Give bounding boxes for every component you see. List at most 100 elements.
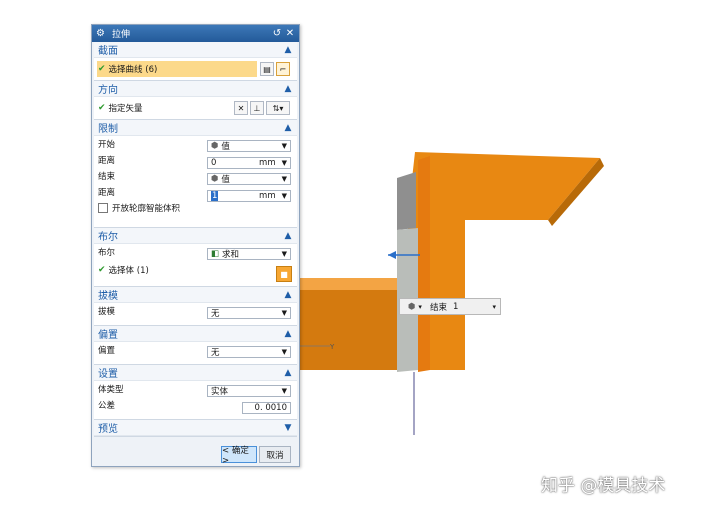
- cube-icon: ⬢: [211, 174, 219, 184]
- chevron-down-icon[interactable]: ▼: [282, 159, 287, 167]
- draft-title: 拔模: [98, 291, 118, 302]
- end-select[interactable]: ⬢ 值 ▼: [207, 173, 291, 185]
- chevron-down-icon[interactable]: ▼: [282, 348, 287, 356]
- extrude-preview: [418, 156, 430, 372]
- direction-title: 方向: [98, 85, 118, 96]
- start-distance-value[interactable]: 0: [211, 158, 216, 168]
- end-unit: mm: [259, 191, 276, 201]
- offset-header[interactable]: 偏置 ▲: [94, 326, 297, 342]
- chevron-down-icon[interactable]: ▼: [282, 175, 287, 183]
- open-profile-checkbox[interactable]: [98, 203, 108, 213]
- reset-icon[interactable]: ↺: [272, 28, 282, 39]
- plate-top-face: [408, 152, 600, 370]
- settings-panel: 设置 ▲ 体类型 实体 ▼ 公差 0. 0010: [94, 365, 297, 420]
- extrude-dialog: ⚙ 拉伸 ↺ ✕ 截面 ▲ ✔ 选择曲线 (6) ▤ ⌐ 方向 ▲ ✔ 指定矢量…: [91, 24, 300, 467]
- solid-body-icon[interactable]: ■: [276, 266, 292, 282]
- end-distance-value[interactable]: 1: [211, 191, 219, 201]
- tolerance-field[interactable]: 0. 0010: [242, 402, 291, 414]
- chevron-up-icon[interactable]: ▲: [283, 329, 293, 339]
- onscreen-end-value[interactable]: 1: [453, 302, 483, 312]
- specify-vector-row[interactable]: ✔ 指定矢量 ✕ ⊥ ⇅▾: [94, 97, 297, 119]
- draft-header[interactable]: 拔模 ▲: [94, 287, 297, 303]
- chevron-up-icon[interactable]: ▲: [283, 84, 293, 94]
- draft-select[interactable]: 无 ▼: [207, 307, 291, 319]
- start-distance-field[interactable]: 0 mm ▼: [207, 157, 291, 169]
- watermark-text: 知乎 @模具技术: [541, 476, 666, 496]
- check-icon: ✔: [98, 265, 106, 275]
- open-profile-label: 开放轮廓智能体积: [112, 204, 181, 214]
- boolean-title: 布尔: [98, 232, 118, 243]
- onscreen-end-label: 结束: [429, 302, 447, 313]
- ok-button[interactable]: < 确定 >: [221, 446, 257, 466]
- tolerance-value[interactable]: 0. 0010: [255, 403, 287, 413]
- check-icon: ✔: [98, 103, 106, 113]
- cube-icon: ⬢: [211, 141, 219, 151]
- offset-panel: 偏置 ▲ 偏置 无 ▼: [94, 326, 297, 365]
- curve-icon[interactable]: ⌐: [276, 62, 290, 76]
- preview-title: 预览: [98, 424, 118, 435]
- chevron-down-icon[interactable]: ▼: [282, 192, 287, 200]
- onscreen-value-dropdown-icon[interactable]: ▾: [492, 303, 496, 311]
- offset-select[interactable]: 无 ▼: [207, 346, 291, 358]
- chevron-down-icon[interactable]: ▼: [282, 250, 287, 258]
- unite-icon: ◧: [211, 249, 220, 259]
- select-body-row[interactable]: ✔ 选择体 (1): [94, 260, 297, 280]
- preview-panel: 预览 ▼: [94, 420, 297, 437]
- settings-title: 设置: [98, 369, 118, 380]
- chevron-up-icon[interactable]: ▲: [283, 368, 293, 378]
- vector-axis-icon[interactable]: ⊥: [250, 101, 264, 115]
- start-select[interactable]: ⬢ 值 ▼: [207, 140, 291, 152]
- sketch-section-icon[interactable]: ▤: [260, 62, 274, 76]
- section-header[interactable]: 截面 ▲: [94, 42, 297, 58]
- chevron-up-icon[interactable]: ▲: [283, 123, 293, 133]
- offset-title: 偏置: [98, 330, 118, 341]
- onscreen-dropdown-icon[interactable]: ▾: [418, 303, 422, 311]
- open-profile-row[interactable]: 开放轮廓智能体积: [94, 200, 297, 216]
- select-body-label: 选择体 (1): [108, 266, 149, 276]
- limits-header[interactable]: 限制 ▲: [94, 120, 297, 136]
- direction-arrowhead-icon[interactable]: [388, 251, 396, 259]
- body-type-select[interactable]: 实体 ▼: [207, 385, 291, 397]
- dialog-titlebar[interactable]: ⚙ 拉伸 ↺ ✕: [92, 25, 299, 42]
- gear-icon[interactable]: ⚙: [96, 28, 106, 39]
- body-type-value: 实体: [211, 387, 229, 397]
- select-curve-row[interactable]: ✔ 选择曲线 (6) ▤ ⌐: [94, 58, 297, 80]
- limits-panel: 限制 ▲ 开始 ⬢ 值 ▼ 距离 0 mm ▼ 结束 ⬢ 值 ▼ 距离 1 mm…: [94, 120, 297, 228]
- start-select-value: 值: [221, 142, 230, 152]
- chevron-up-icon[interactable]: ▲: [283, 290, 293, 300]
- direction-header[interactable]: 方向 ▲: [94, 81, 297, 97]
- chevron-up-icon[interactable]: ▲: [283, 45, 293, 55]
- direction-panel: 方向 ▲ ✔ 指定矢量 ✕ ⊥ ⇅▾: [94, 81, 297, 120]
- boolean-panel: 布尔 ▲ 布尔 ◧ 求和 ▼ ✔ 选择体 (1) ■: [94, 228, 297, 287]
- start-unit: mm: [259, 158, 276, 168]
- onscreen-end-input[interactable]: ⬢ ▾ 结束 1 ▾: [399, 298, 501, 315]
- lower-beam-top: [296, 278, 400, 290]
- y-axis-label: Y: [329, 343, 335, 351]
- section-title: 截面: [98, 46, 118, 57]
- reverse-direction-icon[interactable]: ✕: [234, 101, 248, 115]
- close-icon[interactable]: ✕: [285, 28, 295, 39]
- chevron-up-icon[interactable]: ▲: [283, 231, 293, 241]
- offset-select-value: 无: [211, 348, 220, 358]
- chevron-down-icon[interactable]: ▼: [282, 387, 287, 395]
- boolean-select[interactable]: ◧ 求和 ▼: [207, 248, 291, 260]
- chevron-down-icon[interactable]: ▼: [282, 309, 287, 317]
- cancel-button[interactable]: 取消: [259, 446, 291, 463]
- end-distance-field[interactable]: 1 mm ▼: [207, 190, 291, 202]
- chevron-down-icon[interactable]: ▼: [283, 423, 293, 433]
- chevron-down-icon[interactable]: ▼: [282, 142, 287, 150]
- limits-title: 限制: [98, 124, 118, 135]
- end-select-value: 值: [221, 175, 230, 185]
- lower-beam-front: [296, 290, 400, 370]
- boolean-header[interactable]: 布尔 ▲: [94, 228, 297, 244]
- onscreen-cube-icon[interactable]: ⬢: [408, 302, 415, 312]
- preview-header[interactable]: 预览 ▼: [94, 420, 297, 436]
- grey-block: [397, 172, 416, 230]
- section-panel: 截面 ▲ ✔ 选择曲线 (6) ▤ ⌐: [94, 42, 297, 81]
- settings-header[interactable]: 设置 ▲: [94, 365, 297, 381]
- check-icon: ✔: [98, 64, 106, 74]
- draft-panel: 拔模 ▲ 拔模 无 ▼: [94, 287, 297, 326]
- boolean-select-value: 求和: [222, 250, 240, 260]
- vector-dialog-icon[interactable]: ⇅▾: [266, 101, 290, 115]
- dialog-title: 拉伸: [112, 30, 131, 40]
